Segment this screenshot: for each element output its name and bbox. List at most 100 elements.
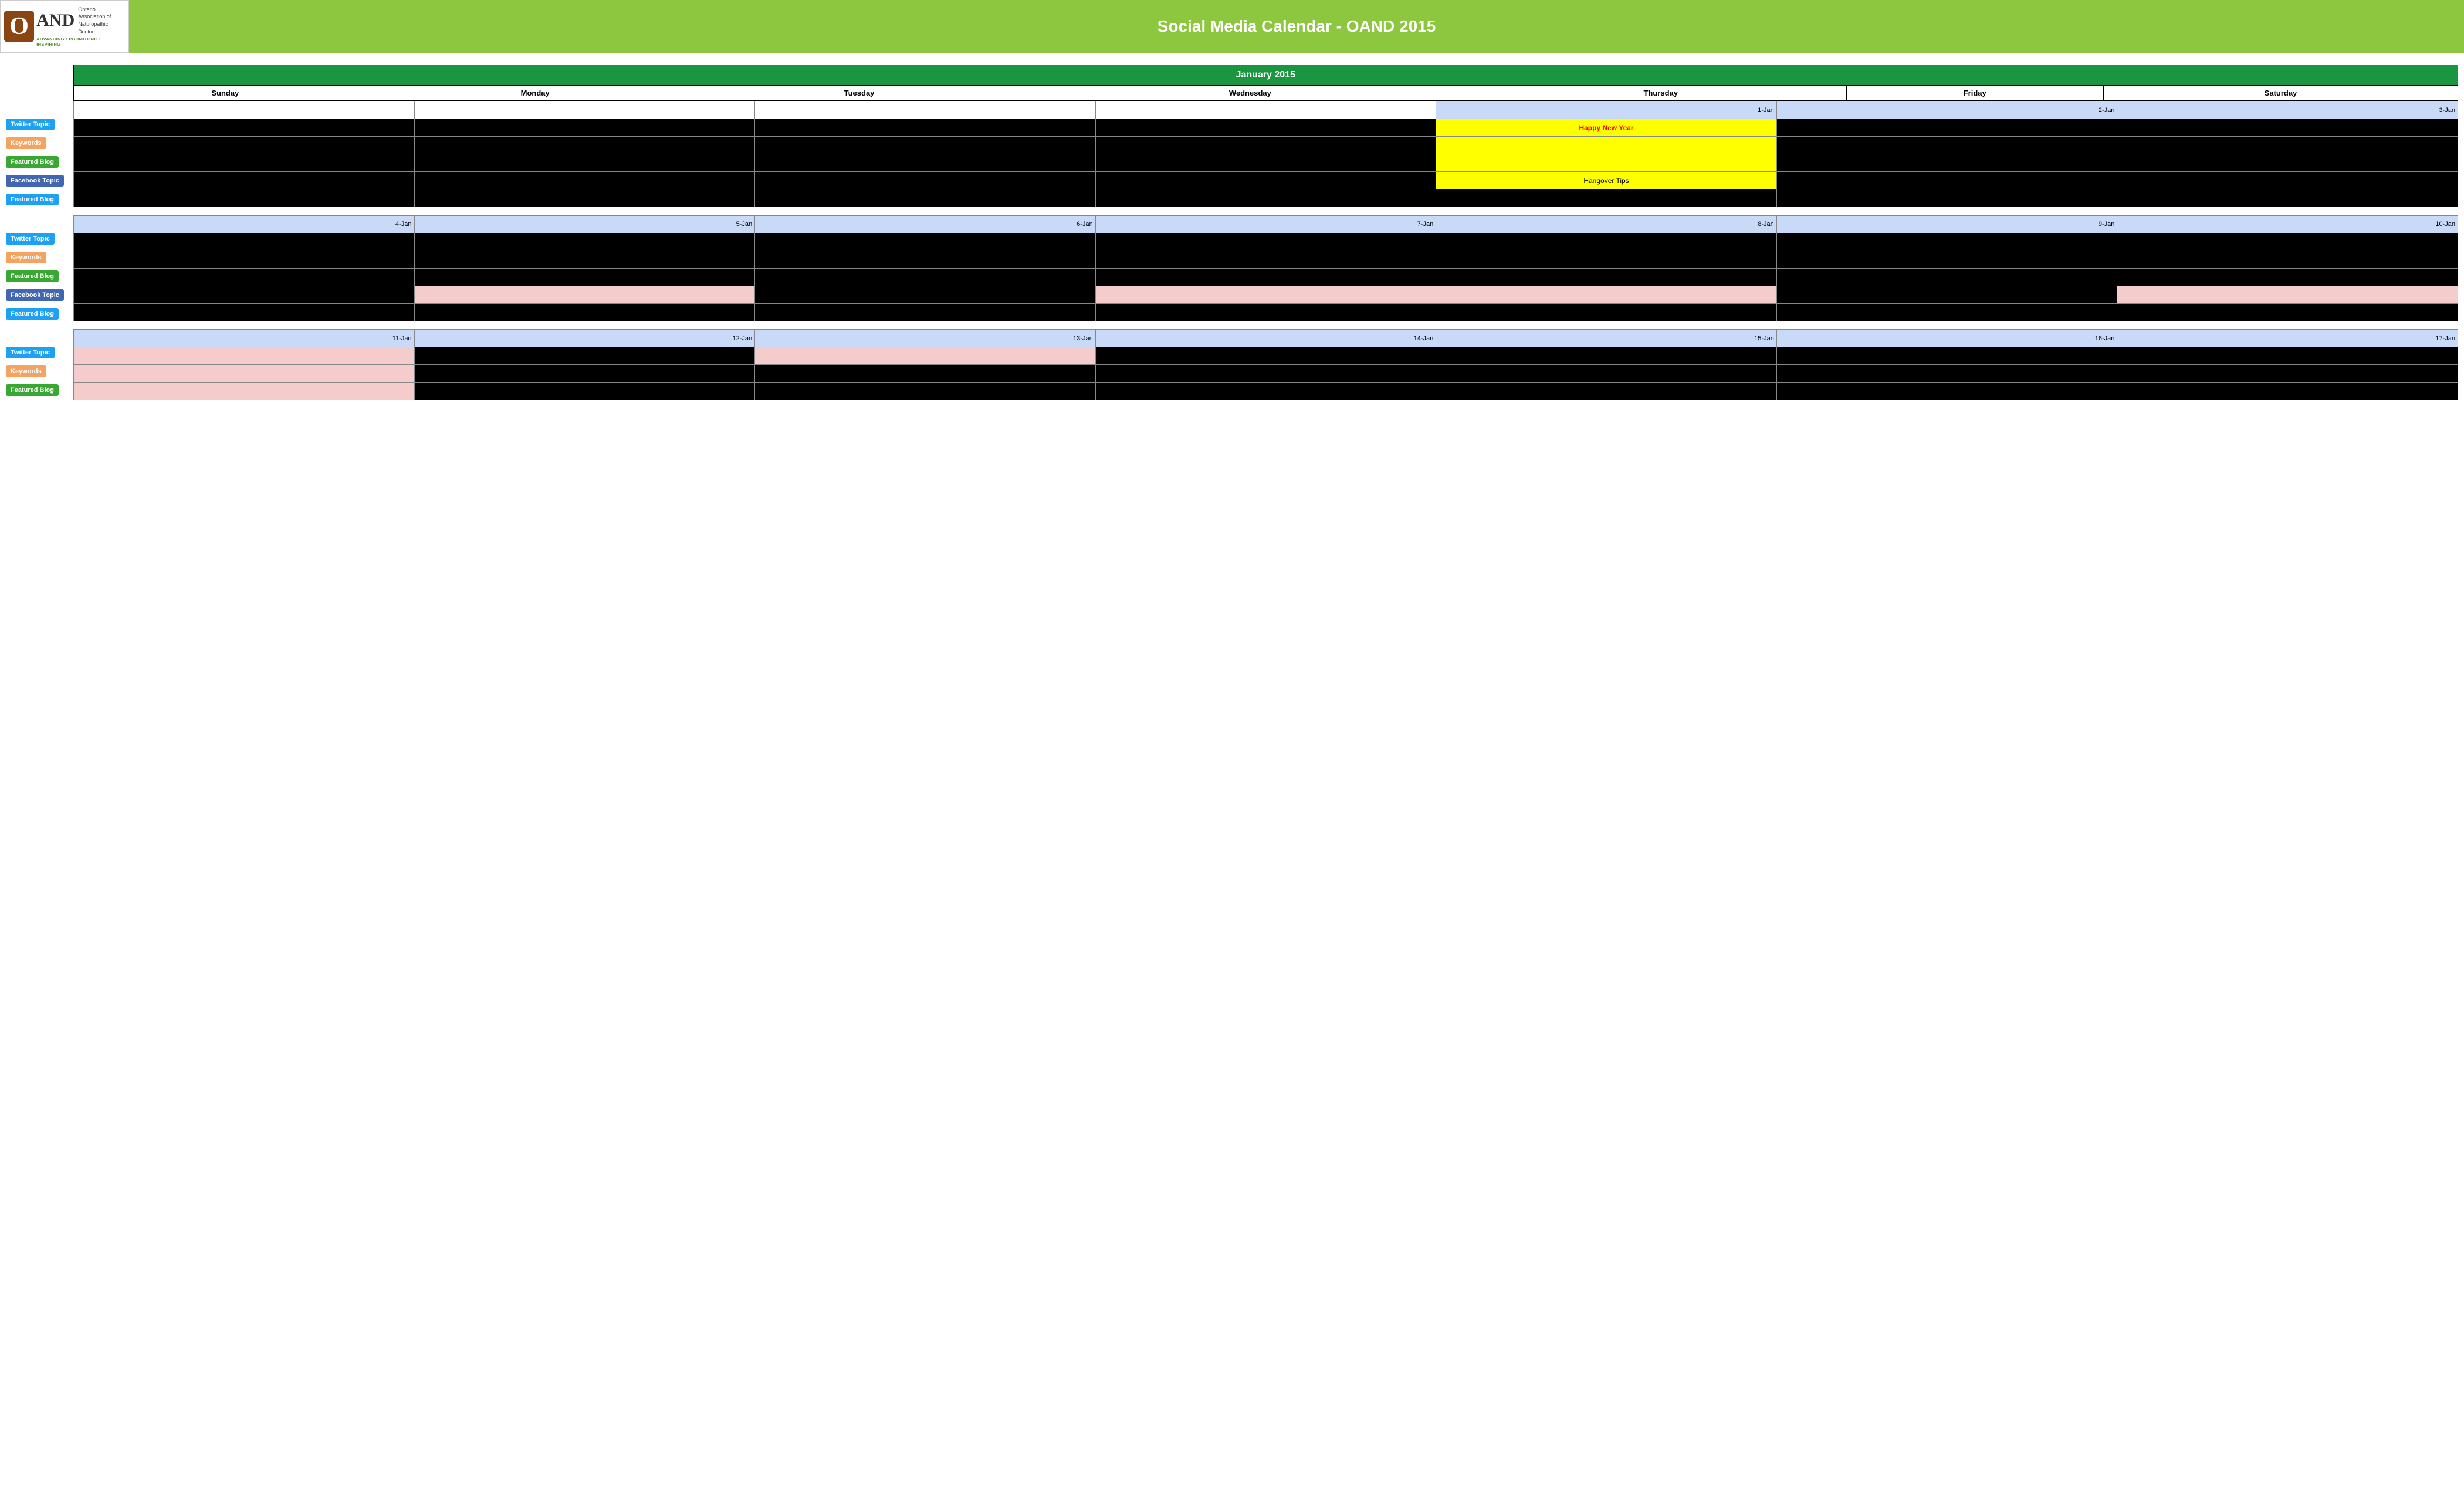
w1-d2 bbox=[755, 101, 1096, 119]
w1-tw-2 bbox=[755, 119, 1096, 137]
week1-featured-row bbox=[74, 154, 2458, 172]
week2-facebook-row bbox=[74, 286, 2458, 303]
week1-featured2-label-row: Featured Blog bbox=[6, 191, 73, 208]
logo-oand: O AND Ontario Association of Naturopathi… bbox=[4, 6, 125, 47]
w2-fb2-3 bbox=[1095, 303, 1436, 321]
w1-fb2-1 bbox=[414, 189, 755, 207]
w1-d3 bbox=[1095, 101, 1436, 119]
month-header: January 2015 bbox=[73, 65, 2458, 86]
w3-kw-2 bbox=[755, 365, 1096, 383]
w2-kw-0 bbox=[74, 251, 415, 268]
logo-o-letter: O bbox=[9, 12, 29, 40]
w1-fb-3 bbox=[1095, 154, 1436, 172]
logo-and-text: AND bbox=[36, 11, 75, 31]
w2-fb2-1 bbox=[414, 303, 755, 321]
w1-fb-2 bbox=[755, 154, 1096, 172]
w2-fb2-6 bbox=[2117, 303, 2458, 321]
w2-fb2-2 bbox=[755, 303, 1096, 321]
w1-d5: 2-Jan bbox=[1776, 101, 2117, 119]
w2-fb-6 bbox=[2117, 268, 2458, 286]
week2-cal: 4-Jan 5-Jan 6-Jan 7-Jan 8-Jan 9-Jan 10-J… bbox=[73, 215, 2458, 330]
w1-kw-2 bbox=[755, 137, 1096, 154]
week2: Twitter Topic Keywords Featured Blog Fac… bbox=[6, 215, 2458, 330]
w3-d5: 16-Jan bbox=[1776, 330, 2117, 347]
w1-fb2-5 bbox=[1776, 189, 2117, 207]
week2-featured2-row bbox=[74, 303, 2458, 321]
week1-cal: 1-Jan 2-Jan 3-Jan Happy New Year bbox=[73, 101, 2458, 215]
week3: Twitter Topic Keywords Featured Blog 11-… bbox=[6, 329, 2458, 400]
w3-tw-2 bbox=[755, 347, 1096, 365]
week2-twitter-label: Twitter Topic bbox=[6, 233, 55, 245]
w2-fbt-2 bbox=[755, 286, 1096, 303]
week1-twitter-label-row: Twitter Topic bbox=[6, 116, 73, 133]
day-header-wednesday: Wednesday bbox=[1025, 86, 1475, 101]
day-header-saturday: Saturday bbox=[2103, 86, 2458, 101]
w3-tw-3 bbox=[1095, 347, 1436, 365]
w2-fb-5 bbox=[1776, 268, 2117, 286]
week1-featured-label-row: Featured Blog bbox=[6, 153, 73, 171]
w1-d6: 3-Jan bbox=[2117, 101, 2458, 119]
w1-d1 bbox=[414, 101, 755, 119]
w2-fbt-5 bbox=[1776, 286, 2117, 303]
w3-fb-2 bbox=[755, 383, 1096, 400]
week2-featured-label: Featured Blog bbox=[6, 270, 59, 282]
day-header-tuesday: Tuesday bbox=[693, 86, 1025, 101]
week3-twitter-row bbox=[74, 347, 2458, 365]
week2-featured-row bbox=[74, 268, 2458, 286]
w3-kw-0 bbox=[74, 365, 415, 383]
w3-kw-1 bbox=[414, 365, 755, 383]
w1-fb-4 bbox=[1436, 154, 1777, 172]
day-header-thursday: Thursday bbox=[1475, 86, 1846, 101]
w1-fb2-3 bbox=[1095, 189, 1436, 207]
logo-area: O AND Ontario Association of Naturopathi… bbox=[0, 0, 129, 53]
w2-kw-5 bbox=[1776, 251, 2117, 268]
w3-d6: 17-Jan bbox=[2117, 330, 2458, 347]
week1-facebook-row: Hangover Tips bbox=[74, 172, 2458, 189]
w2-kw-2 bbox=[755, 251, 1096, 268]
week2-spacer bbox=[74, 321, 2458, 329]
w3-fb-4 bbox=[1436, 383, 1777, 400]
week1-table: 1-Jan 2-Jan 3-Jan Happy New Year bbox=[73, 101, 2458, 215]
w2-fb-0 bbox=[74, 268, 415, 286]
week2-table: 4-Jan 5-Jan 6-Jan 7-Jan 8-Jan 9-Jan 10-J… bbox=[73, 215, 2458, 330]
week3-featured-label-row: Featured Blog bbox=[6, 381, 73, 399]
w1-fb2-4 bbox=[1436, 189, 1777, 207]
w1-kw-4 bbox=[1436, 137, 1777, 154]
week1-twitter-row: Happy New Year bbox=[74, 119, 2458, 137]
week1-keywords-row bbox=[74, 137, 2458, 154]
week1: Twitter Topic Keywords Featured Blog Fac… bbox=[6, 101, 2458, 215]
w3-kw-3 bbox=[1095, 365, 1436, 383]
w1-fbt-5 bbox=[1776, 172, 2117, 189]
week3-keywords-row bbox=[74, 365, 2458, 383]
title-area: Social Media Calendar - OAND 2015 bbox=[129, 0, 2464, 53]
w1-fbt-6 bbox=[2117, 172, 2458, 189]
w1-fb2-2 bbox=[755, 189, 1096, 207]
week2-keywords-row bbox=[74, 251, 2458, 268]
week2-featured2-label: Featured Blog bbox=[6, 308, 59, 320]
week3-keywords-label: Keywords bbox=[6, 365, 46, 377]
w3-tw-6 bbox=[2117, 347, 2458, 365]
w1-tw-3 bbox=[1095, 119, 1436, 137]
week2-facebook-label: Facebook Topic bbox=[6, 289, 64, 301]
w2-tw-3 bbox=[1095, 233, 1436, 251]
w2-fbt-0 bbox=[74, 286, 415, 303]
w1-tw-0 bbox=[74, 119, 415, 137]
w1-fbt-4: Hangover Tips bbox=[1436, 172, 1777, 189]
week3-featured-label: Featured Blog bbox=[6, 384, 59, 396]
w1-fbt-0 bbox=[74, 172, 415, 189]
week2-twitter-label-row: Twitter Topic bbox=[6, 230, 73, 248]
w2-kw-4 bbox=[1436, 251, 1777, 268]
w3-d3: 14-Jan bbox=[1095, 330, 1436, 347]
w3-tw-5 bbox=[1776, 347, 2117, 365]
w3-kw-6 bbox=[2117, 365, 2458, 383]
featured-blog-label: Featured Blog bbox=[6, 156, 59, 168]
week2-facebook-label-row: Facebook Topic bbox=[6, 286, 73, 304]
week2-keywords-label: Keywords bbox=[6, 252, 46, 263]
w2-kw-1 bbox=[414, 251, 755, 268]
w1-tw-1 bbox=[414, 119, 755, 137]
w3-fb-6 bbox=[2117, 383, 2458, 400]
w2-fb-1 bbox=[414, 268, 755, 286]
main-content: January 2015 Sunday Monday Tuesday Wedne… bbox=[0, 53, 2464, 412]
w3-kw-4 bbox=[1436, 365, 1777, 383]
week2-labels: Twitter Topic Keywords Featured Blog Fac… bbox=[6, 215, 73, 323]
